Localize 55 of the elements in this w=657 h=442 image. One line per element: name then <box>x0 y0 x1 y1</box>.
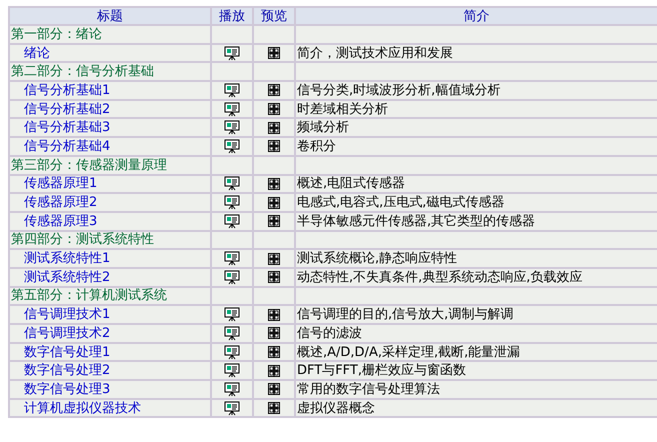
projector-screen-icon[interactable] <box>224 138 240 154</box>
lesson-summary: 电感式,电容式,压电式,磁电式传感器 <box>297 195 504 210</box>
column-header: 简介 <box>295 7 657 25</box>
grid-icon[interactable] <box>268 122 280 134</box>
section-title: 第一部分：绪论 <box>9 25 211 44</box>
grid-icon[interactable] <box>268 346 280 358</box>
grid-icon[interactable] <box>268 178 280 190</box>
lesson-summary: 卷积分 <box>297 138 336 154</box>
projector-screen-icon[interactable] <box>224 176 240 192</box>
grid-icon[interactable] <box>268 84 280 96</box>
lesson-summary: 信号分类,时域波形分析,幅值域分析 <box>297 82 500 98</box>
projector-screen-icon[interactable] <box>224 120 240 136</box>
grid-icon[interactable] <box>268 196 280 209</box>
column-header: 预览 <box>253 7 295 25</box>
lesson-summary: 动态特性,不失真条件,典型系统动态响应,负载效应 <box>297 270 582 285</box>
projector-screen-icon[interactable] <box>224 270 240 285</box>
lesson-summary: 常用的数字信号处理算法 <box>297 382 440 397</box>
projector-screen-icon[interactable] <box>224 400 240 416</box>
projector-screen-icon[interactable] <box>224 251 240 266</box>
projector-screen-icon[interactable] <box>224 326 240 341</box>
grid-icon[interactable] <box>268 215 280 228</box>
lesson-summary: 简介，测试技术应用和发展 <box>297 46 453 61</box>
lesson-summary: 信号的滤波 <box>297 326 362 341</box>
grid-icon[interactable] <box>268 364 280 377</box>
projector-screen-icon[interactable] <box>224 307 240 322</box>
lesson-summary: 概述,A/D,D/A,采样定理,截断,能量泄漏 <box>297 344 520 360</box>
lesson-summary: 时差域相关分析 <box>297 102 388 117</box>
projector-screen-icon[interactable] <box>224 46 240 61</box>
grid-icon[interactable] <box>268 103 280 116</box>
column-header: 播放 <box>211 7 253 25</box>
lesson-summary: 信号调理的目的,信号放大,调制与解调 <box>297 307 514 322</box>
lesson-link[interactable]: 绪论 <box>24 46 50 61</box>
projector-screen-icon[interactable] <box>224 195 240 210</box>
grid-icon[interactable] <box>268 271 280 284</box>
lesson-summary: 虚拟仪器概念 <box>297 400 375 416</box>
lesson-summary: 频域分析 <box>297 120 349 136</box>
section-title: 第二部分：信号分析基础 <box>9 62 211 82</box>
grid-icon[interactable] <box>268 402 280 414</box>
grid-icon[interactable] <box>268 140 280 152</box>
grid-icon[interactable] <box>268 327 280 340</box>
grid-icon[interactable] <box>268 252 280 265</box>
column-header: 标题 <box>9 7 211 25</box>
grid-icon[interactable] <box>268 47 280 60</box>
lesson-summary: DFT与FFT,栅栏效应与窗函数 <box>297 363 466 378</box>
lesson-summary: 测试系统概论,静态响应特性 <box>297 251 458 266</box>
projector-screen-icon[interactable] <box>224 82 240 98</box>
projector-screen-icon[interactable] <box>224 363 240 378</box>
lesson-summary: 概述,电阻式传感器 <box>297 176 406 192</box>
grid-icon[interactable] <box>268 308 280 321</box>
lesson-summary: 半导体敏感元件传感器,其它类型的传感器 <box>297 214 536 229</box>
projector-screen-icon[interactable] <box>224 214 240 229</box>
projector-screen-icon[interactable] <box>224 102 240 117</box>
grid-icon[interactable] <box>268 383 280 396</box>
projector-screen-icon[interactable] <box>224 382 240 397</box>
projector-screen-icon[interactable] <box>224 344 240 360</box>
